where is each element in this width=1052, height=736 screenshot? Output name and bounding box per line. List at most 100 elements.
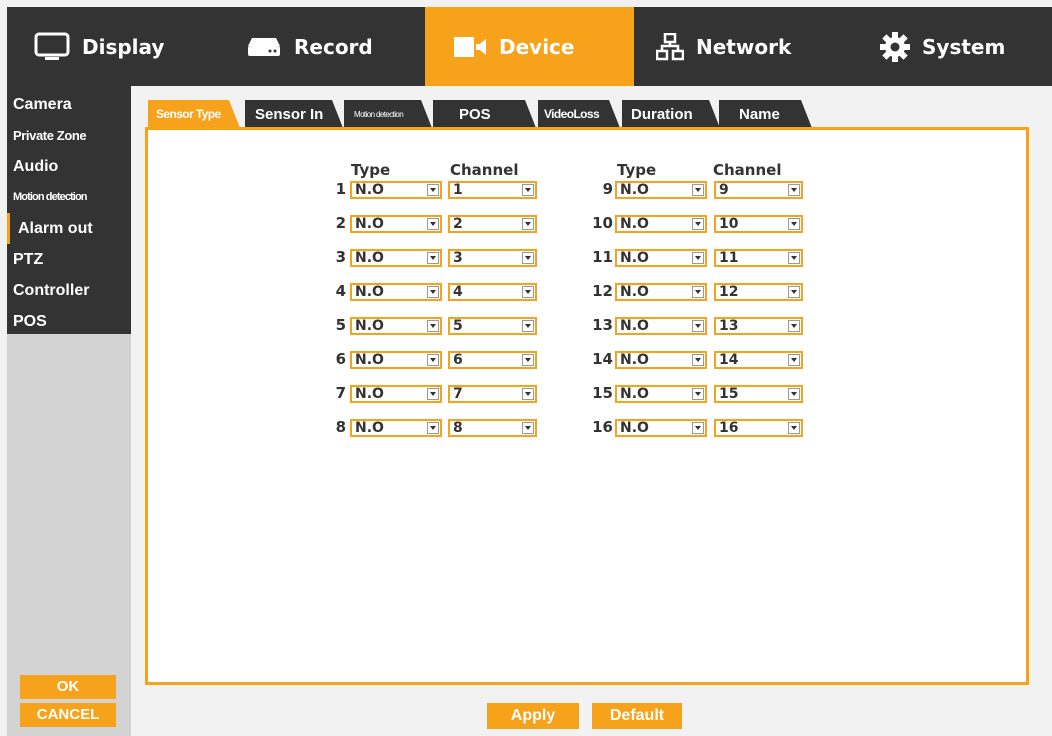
dropdown-arrow-icon[interactable] — [692, 286, 704, 298]
side-item-motion-detection[interactable]: Motion detection — [7, 182, 131, 213]
type-select[interactable]: N.O — [350, 317, 442, 335]
channel-select[interactable]: 14 — [714, 351, 803, 369]
dropdown-arrow-icon[interactable] — [522, 388, 534, 400]
side-item-camera[interactable]: Camera — [7, 89, 131, 120]
channel-select[interactable]: 9 — [714, 181, 803, 199]
type-select[interactable]: N.O — [615, 317, 707, 335]
tab-sensor-type[interactable]: Sensor Type — [148, 100, 240, 128]
side-item-controller[interactable]: Controller — [7, 275, 131, 306]
dropdown-arrow-icon[interactable] — [522, 184, 534, 196]
dropdown-arrow-icon[interactable] — [427, 320, 439, 332]
dropdown-arrow-icon[interactable] — [788, 422, 800, 434]
default-button[interactable]: Default — [592, 703, 682, 729]
dropdown-arrow-icon[interactable] — [788, 388, 800, 400]
dropdown-arrow-icon[interactable] — [522, 320, 534, 332]
dropdown-arrow-icon[interactable] — [427, 354, 439, 366]
type-select[interactable]: N.O — [615, 215, 707, 233]
recorder-icon — [246, 36, 282, 58]
channel-select[interactable]: 1 — [448, 181, 537, 199]
cancel-button[interactable]: CANCEL — [20, 703, 116, 727]
dropdown-arrow-icon[interactable] — [692, 354, 704, 366]
type-select[interactable]: N.O — [615, 385, 707, 403]
dropdown-arrow-icon[interactable] — [692, 388, 704, 400]
dropdown-arrow-icon[interactable] — [427, 252, 439, 264]
dropdown-arrow-icon[interactable] — [427, 286, 439, 298]
ok-button[interactable]: OK — [20, 675, 116, 699]
type-select[interactable]: N.O — [350, 181, 442, 199]
type-select[interactable]: N.O — [350, 283, 442, 301]
dropdown-arrow-icon[interactable] — [522, 218, 534, 230]
tab-duration[interactable]: Duration — [622, 100, 720, 128]
channel-select[interactable]: 11 — [714, 249, 803, 267]
tab-motion-detection[interactable]: Motion detection — [344, 100, 432, 128]
side-menu: Camera Private Zone Audio Motion detecti… — [7, 86, 131, 736]
channel-select[interactable]: 4 — [448, 283, 537, 301]
nav-tab-network[interactable]: Network — [634, 7, 843, 86]
type-value: N.O — [355, 420, 384, 436]
dropdown-arrow-icon[interactable] — [522, 354, 534, 366]
type-select[interactable]: N.O — [615, 249, 707, 267]
dropdown-arrow-icon[interactable] — [788, 286, 800, 298]
row-number: 12 — [592, 282, 613, 300]
channel-select[interactable]: 3 — [448, 249, 537, 267]
dropdown-arrow-icon[interactable] — [692, 320, 704, 332]
side-item-ptz[interactable]: PTZ — [7, 244, 131, 275]
dropdown-arrow-icon[interactable] — [427, 184, 439, 196]
channel-select[interactable]: 16 — [714, 419, 803, 437]
channel-select[interactable]: 8 — [448, 419, 537, 437]
dropdown-arrow-icon[interactable] — [427, 388, 439, 400]
nav-tab-record[interactable]: Record — [216, 7, 425, 86]
dropdown-arrow-icon[interactable] — [522, 252, 534, 264]
dropdown-arrow-icon[interactable] — [522, 286, 534, 298]
nav-tab-device[interactable]: Device — [425, 7, 634, 86]
dropdown-arrow-icon[interactable] — [427, 218, 439, 230]
side-item-alarm-out[interactable]: Alarm out — [7, 213, 131, 244]
tab-name[interactable]: Name — [719, 100, 812, 128]
dropdown-arrow-icon[interactable] — [427, 422, 439, 434]
side-item-audio[interactable]: Audio — [7, 151, 131, 182]
channel-select[interactable]: 6 — [448, 351, 537, 369]
nav-tab-system[interactable]: System — [843, 7, 1052, 86]
type-select[interactable]: N.O — [615, 351, 707, 369]
side-item-private-zone[interactable]: Private Zone — [7, 120, 131, 151]
type-select[interactable]: N.O — [615, 419, 707, 437]
tab-sensor-in[interactable]: Sensor In — [245, 100, 343, 128]
dropdown-arrow-icon[interactable] — [692, 252, 704, 264]
dropdown-arrow-icon[interactable] — [788, 218, 800, 230]
channel-value: 5 — [453, 318, 463, 334]
type-select[interactable]: N.O — [350, 249, 442, 267]
channel-value: 9 — [719, 182, 729, 198]
type-select[interactable]: N.O — [350, 351, 442, 369]
channel-value: 14 — [719, 352, 739, 368]
channel-select[interactable]: 2 — [448, 215, 537, 233]
channel-select[interactable]: 13 — [714, 317, 803, 335]
apply-button[interactable]: Apply — [487, 703, 579, 729]
channel-select[interactable]: 10 — [714, 215, 803, 233]
channel-select[interactable]: 12 — [714, 283, 803, 301]
dropdown-arrow-icon[interactable] — [788, 184, 800, 196]
type-select[interactable]: N.O — [350, 215, 442, 233]
nav-tab-display[interactable]: Display — [7, 7, 216, 86]
type-select[interactable]: N.O — [350, 385, 442, 403]
dropdown-arrow-icon[interactable] — [692, 218, 704, 230]
tab-pos[interactable]: POS — [433, 100, 536, 128]
type-select[interactable]: N.O — [615, 283, 707, 301]
row-number: 5 — [335, 316, 346, 334]
camera-icon — [453, 36, 487, 58]
dropdown-arrow-icon[interactable] — [788, 320, 800, 332]
dropdown-arrow-icon[interactable] — [692, 422, 704, 434]
dropdown-arrow-icon[interactable] — [788, 354, 800, 366]
type-select[interactable]: N.O — [615, 181, 707, 199]
dropdown-arrow-icon[interactable] — [522, 422, 534, 434]
dropdown-arrow-icon[interactable] — [788, 252, 800, 264]
channel-select[interactable]: 15 — [714, 385, 803, 403]
type-value: N.O — [620, 386, 649, 402]
row-number: 4 — [335, 282, 346, 300]
channel-select[interactable]: 7 — [448, 385, 537, 403]
dropdown-arrow-icon[interactable] — [692, 184, 704, 196]
type-select[interactable]: N.O — [350, 419, 442, 437]
side-item-pos[interactable]: POS — [7, 306, 131, 337]
channel-select[interactable]: 5 — [448, 317, 537, 335]
tab-videoloss[interactable]: VideoLoss — [538, 100, 620, 128]
nav-tab-label: Network — [696, 34, 792, 59]
